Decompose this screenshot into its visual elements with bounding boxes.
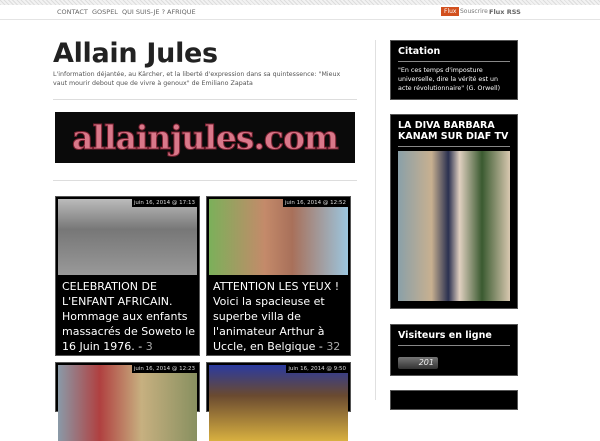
divider <box>53 99 357 100</box>
post-title-text: CELEBRATION DE L'ENFANT AFRICAIN. Hommag… <box>62 280 196 353</box>
divider <box>53 180 357 181</box>
site-title[interactable]: Allain Jules <box>53 38 218 69</box>
site-tagline: L'information déjantée, au Kärcher, et l… <box>53 71 341 87</box>
citation-text: "En ces temps d'imposture universelle, d… <box>398 67 501 92</box>
logo-text: allainjules.com <box>72 118 340 158</box>
rss-link[interactable]: Flux RSS <box>489 8 521 16</box>
post-date: juin 16, 2014 @ 12:23 <box>131 365 197 373</box>
subscribe-label: Souscrire : <box>460 8 492 15</box>
post-card[interactable]: juin 16, 2014 @ 12:23 <box>55 362 200 441</box>
nav-contact[interactable]: CONTACT <box>57 8 88 16</box>
widget-title: Citation <box>398 46 510 62</box>
post-card[interactable]: juin 16, 2014 @ 12:52 ATTENTION LES YEUX… <box>206 196 351 356</box>
post-date: juin 16, 2014 @ 17:13 <box>131 199 197 207</box>
post-title-text: ATTENTION LES YEUX ! Voici la spacieuse … <box>213 280 340 353</box>
visitor-counter: 201 <box>398 357 438 369</box>
site-logo-banner[interactable]: allainjules.com <box>55 112 355 163</box>
rss-flux-badge[interactable]: Flux <box>441 7 460 16</box>
post-image[interactable] <box>58 365 197 441</box>
post-card[interactable]: juin 16, 2014 @ 17:13 CELEBRATION DE L'E… <box>55 196 200 356</box>
post-image[interactable] <box>58 199 197 275</box>
post-card[interactable]: juin 16, 2014 @ 9:50 <box>206 362 351 441</box>
post-title[interactable]: ATTENTION LES YEUX ! Voici la spacieuse … <box>213 279 348 354</box>
diva-video-thumbnail[interactable] <box>398 151 510 301</box>
post-date: juin 16, 2014 @ 9:50 <box>286 365 348 373</box>
nav-gospel[interactable]: GOSPEL <box>92 8 118 16</box>
comment-count[interactable]: 32 <box>326 340 340 353</box>
sidebar-divider <box>375 40 376 400</box>
widget-title: Visiteurs en ligne <box>398 330 510 346</box>
nav-qui-suis-je[interactable]: QUI SUIS-JE ? <box>122 8 165 16</box>
visitors-widget: Visiteurs en ligne 201 <box>390 324 518 376</box>
post-image[interactable] <box>209 365 348 441</box>
comment-count[interactable]: 3 <box>146 340 153 353</box>
post-image[interactable] <box>209 199 348 275</box>
sidebar-widget <box>390 390 518 410</box>
citation-widget: Citation "En ces temps d'imposture unive… <box>390 40 518 100</box>
post-title[interactable]: CELEBRATION DE L'ENFANT AFRICAIN. Hommag… <box>62 279 197 354</box>
diva-widget: LA DIVA BARBARA KANAM SUR DIAF TV <box>390 114 518 309</box>
widget-title[interactable]: LA DIVA BARBARA KANAM SUR DIAF TV <box>398 120 510 147</box>
top-nav: CONTACT GOSPEL QUI SUIS-JE ? AFRIQUE Flu… <box>0 5 600 20</box>
nav-afrique[interactable]: AFRIQUE <box>167 8 196 16</box>
post-date: juin 16, 2014 @ 12:52 <box>282 199 348 207</box>
